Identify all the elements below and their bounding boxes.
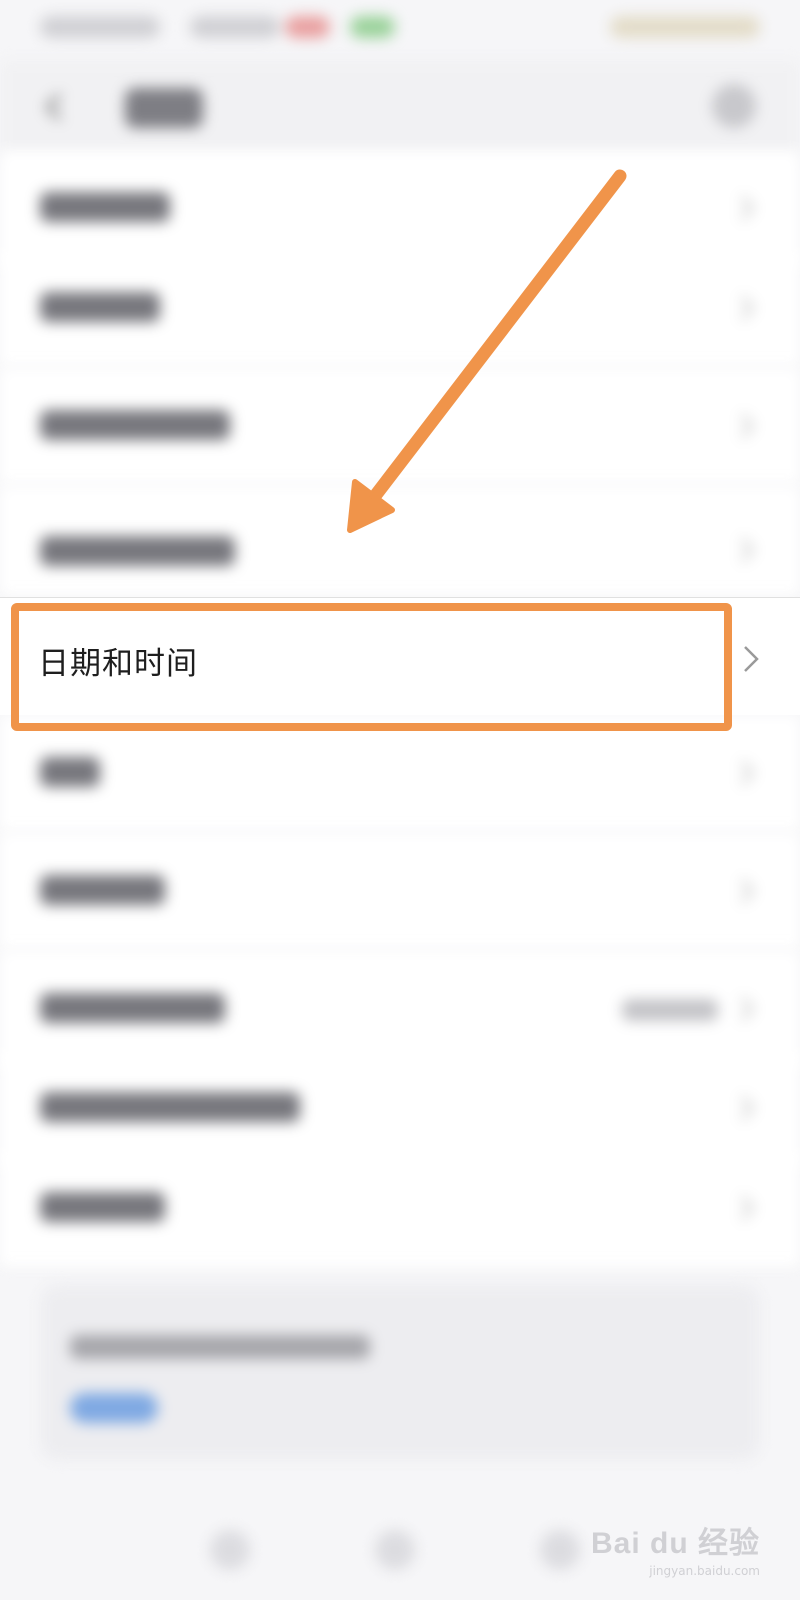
chevron-right-icon xyxy=(744,646,759,672)
highlight-box xyxy=(11,603,732,731)
chevron-right-icon xyxy=(740,878,755,904)
settings-row-label xyxy=(40,1092,300,1122)
watermark: Bai du 经验 jingyan.baidu.com xyxy=(591,1518,760,1578)
nav-recent-icon[interactable] xyxy=(540,1530,580,1570)
status-time xyxy=(40,16,160,38)
settings-row-label xyxy=(40,757,100,787)
settings-row[interactable] xyxy=(0,1150,800,1268)
chevron-right-icon xyxy=(740,1195,755,1221)
settings-row[interactable] xyxy=(0,715,800,833)
chevron-right-icon xyxy=(740,537,755,563)
chevron-right-icon xyxy=(740,413,755,439)
settings-row[interactable] xyxy=(0,486,800,597)
info-card-text xyxy=(70,1335,370,1359)
settings-row-label xyxy=(40,993,225,1023)
settings-row-label xyxy=(40,410,230,440)
nav-home-icon[interactable] xyxy=(375,1530,415,1570)
battery-icon xyxy=(610,16,760,38)
info-card-button[interactable] xyxy=(70,1393,158,1423)
search-icon[interactable] xyxy=(712,84,756,128)
status-icons xyxy=(190,16,280,38)
settings-row-value xyxy=(622,999,718,1021)
chevron-right-icon xyxy=(740,295,755,321)
status-bar xyxy=(0,0,800,60)
chevron-right-icon xyxy=(740,195,755,221)
settings-row[interactable] xyxy=(0,368,800,486)
settings-row-label xyxy=(40,292,160,322)
settings-row[interactable] xyxy=(0,833,800,951)
info-card xyxy=(40,1285,760,1460)
nav-back-icon[interactable] xyxy=(210,1530,250,1570)
watermark-logo-text: Bai du 经验 xyxy=(590,1527,760,1560)
chevron-right-icon xyxy=(740,760,755,786)
page-title xyxy=(125,88,203,128)
status-indicator-red xyxy=(285,16,330,38)
chevron-right-icon xyxy=(740,996,755,1022)
status-indicator-green xyxy=(350,16,395,38)
settings-row-label xyxy=(40,192,170,222)
back-arrow-icon[interactable] xyxy=(40,92,70,122)
settings-row-label xyxy=(40,875,165,905)
settings-row-label xyxy=(40,536,235,566)
chevron-right-icon xyxy=(740,1095,755,1121)
watermark-url: jingyan.baidu.com xyxy=(649,1564,760,1578)
settings-row-label xyxy=(40,1192,165,1222)
settings-row[interactable] xyxy=(0,250,800,368)
app-bar xyxy=(0,60,800,160)
